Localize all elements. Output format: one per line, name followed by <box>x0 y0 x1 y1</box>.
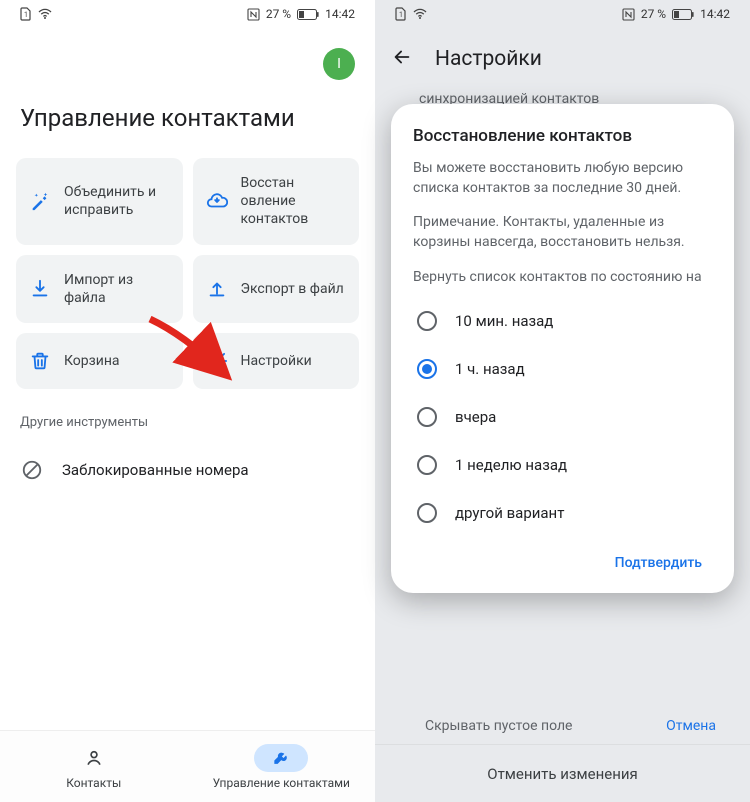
radio-icon <box>417 311 437 331</box>
tab-label: Контакты <box>66 776 121 790</box>
option-label: 1 ч. назад <box>455 360 525 378</box>
dialog-prompt: Вернуть список контактов по состоянию на <box>413 267 712 287</box>
clock: 14:42 <box>325 7 355 21</box>
import-file-button[interactable]: Импорт из файла <box>16 255 183 323</box>
option-label: вчера <box>455 408 496 426</box>
radio-icon <box>417 455 437 475</box>
option-label: другой вариант <box>455 504 564 522</box>
option-label: 1 неделю назад <box>455 456 567 474</box>
wrench-icon <box>271 748 291 768</box>
clock: 14:42 <box>700 7 730 21</box>
trash-icon <box>28 349 52 373</box>
confirm-button[interactable]: Подтвердить <box>605 547 712 579</box>
battery-percent: 27 % <box>266 7 291 21</box>
dialog-p1: Вы можете восстановить любую версию спис… <box>413 158 712 199</box>
tab-contacts[interactable]: Контакты <box>0 731 188 802</box>
restore-option[interactable]: 10 мин. назад <box>413 297 712 345</box>
tab-manage[interactable]: Управление контактами <box>188 731 376 802</box>
radio-icon <box>417 503 437 523</box>
action-label: Объединить и исправить <box>64 183 171 219</box>
sim-icon: 1 <box>20 7 32 21</box>
status-bar: 1 27 % 14:42 <box>0 0 375 28</box>
dialog-p2: Примечание. Контакты, удаленные из корзи… <box>413 212 712 253</box>
other-tools-label: Другие инструменты <box>0 389 375 446</box>
blocked-numbers-row[interactable]: Заблокированные номера <box>0 446 375 494</box>
restore-option[interactable]: вчера <box>413 393 712 441</box>
person-icon <box>84 748 104 768</box>
behind-content: Скрывать пустое поле Отмена Отменить изм… <box>375 708 750 802</box>
restore-option[interactable]: другой вариант <box>413 489 712 537</box>
action-label: Настройки <box>241 352 312 370</box>
battery-icon <box>297 9 319 20</box>
page-title: Управление контактами <box>0 90 375 158</box>
battery-percent: 27 % <box>641 7 666 21</box>
sim-icon: 1 <box>395 7 407 21</box>
restore-dialog: Восстановление контактов Вы можете восст… <box>391 104 734 593</box>
bottom-nav: Контакты Управление контактами <box>0 730 375 802</box>
action-label: Корзина <box>64 352 120 370</box>
restore-option[interactable]: 1 ч. назад <box>413 345 712 393</box>
cloud-restore-icon <box>205 189 229 213</box>
hide-empty-label: Скрывать пустое поле <box>425 718 572 734</box>
settings-button[interactable]: Настройки <box>193 333 360 389</box>
undo-changes-row[interactable]: Отменить изменения <box>375 744 750 802</box>
screen-contacts-manage: 1 27 % 14:42 I Управление контактами Объ… <box>0 0 375 802</box>
gear-icon <box>205 349 229 373</box>
restore-contacts-button[interactable]: Восстан овление контактов <box>193 158 360 245</box>
action-label: Импорт из файла <box>64 271 171 307</box>
wifi-icon <box>38 8 52 20</box>
nfc-icon <box>622 8 635 21</box>
action-label: Восстан овление контактов <box>241 174 348 229</box>
battery-icon <box>672 9 694 20</box>
action-label: Экспорт в файл <box>241 280 344 298</box>
action-grid: Объединить и исправить Восстан овление к… <box>0 158 375 389</box>
restore-options: 10 мин. назад 1 ч. назад вчера 1 неделю наз… <box>413 297 712 537</box>
wand-icon <box>28 189 52 213</box>
back-button[interactable] <box>391 46 413 72</box>
merge-fix-button[interactable]: Объединить и исправить <box>16 158 183 245</box>
block-icon <box>20 458 44 482</box>
restore-option[interactable]: 1 неделю назад <box>413 441 712 489</box>
cancel-button[interactable]: Отмена <box>666 718 716 734</box>
svg-text:1: 1 <box>399 11 403 19</box>
radio-icon <box>417 407 437 427</box>
tab-label: Управление контактами <box>213 776 350 790</box>
trash-button[interactable]: Корзина <box>16 333 183 389</box>
option-label: 10 мин. назад <box>455 312 553 330</box>
account-avatar[interactable]: I <box>323 48 355 80</box>
screen-settings: 1 27 % 14:42 Настройки синхронизацией ко… <box>375 0 750 802</box>
status-bar: 1 27 % 14:42 <box>375 0 750 28</box>
dialog-title: Восстановление контактов <box>413 126 712 146</box>
radio-icon <box>417 359 437 379</box>
download-icon <box>28 277 52 301</box>
upload-icon <box>205 277 229 301</box>
wifi-icon <box>413 8 427 20</box>
settings-header: Настройки <box>375 28 750 90</box>
nfc-icon <box>247 8 260 21</box>
svg-text:1: 1 <box>24 11 28 19</box>
export-file-button[interactable]: Экспорт в файл <box>193 255 360 323</box>
settings-title: Настройки <box>435 47 542 71</box>
blocked-label: Заблокированные номера <box>62 461 249 479</box>
